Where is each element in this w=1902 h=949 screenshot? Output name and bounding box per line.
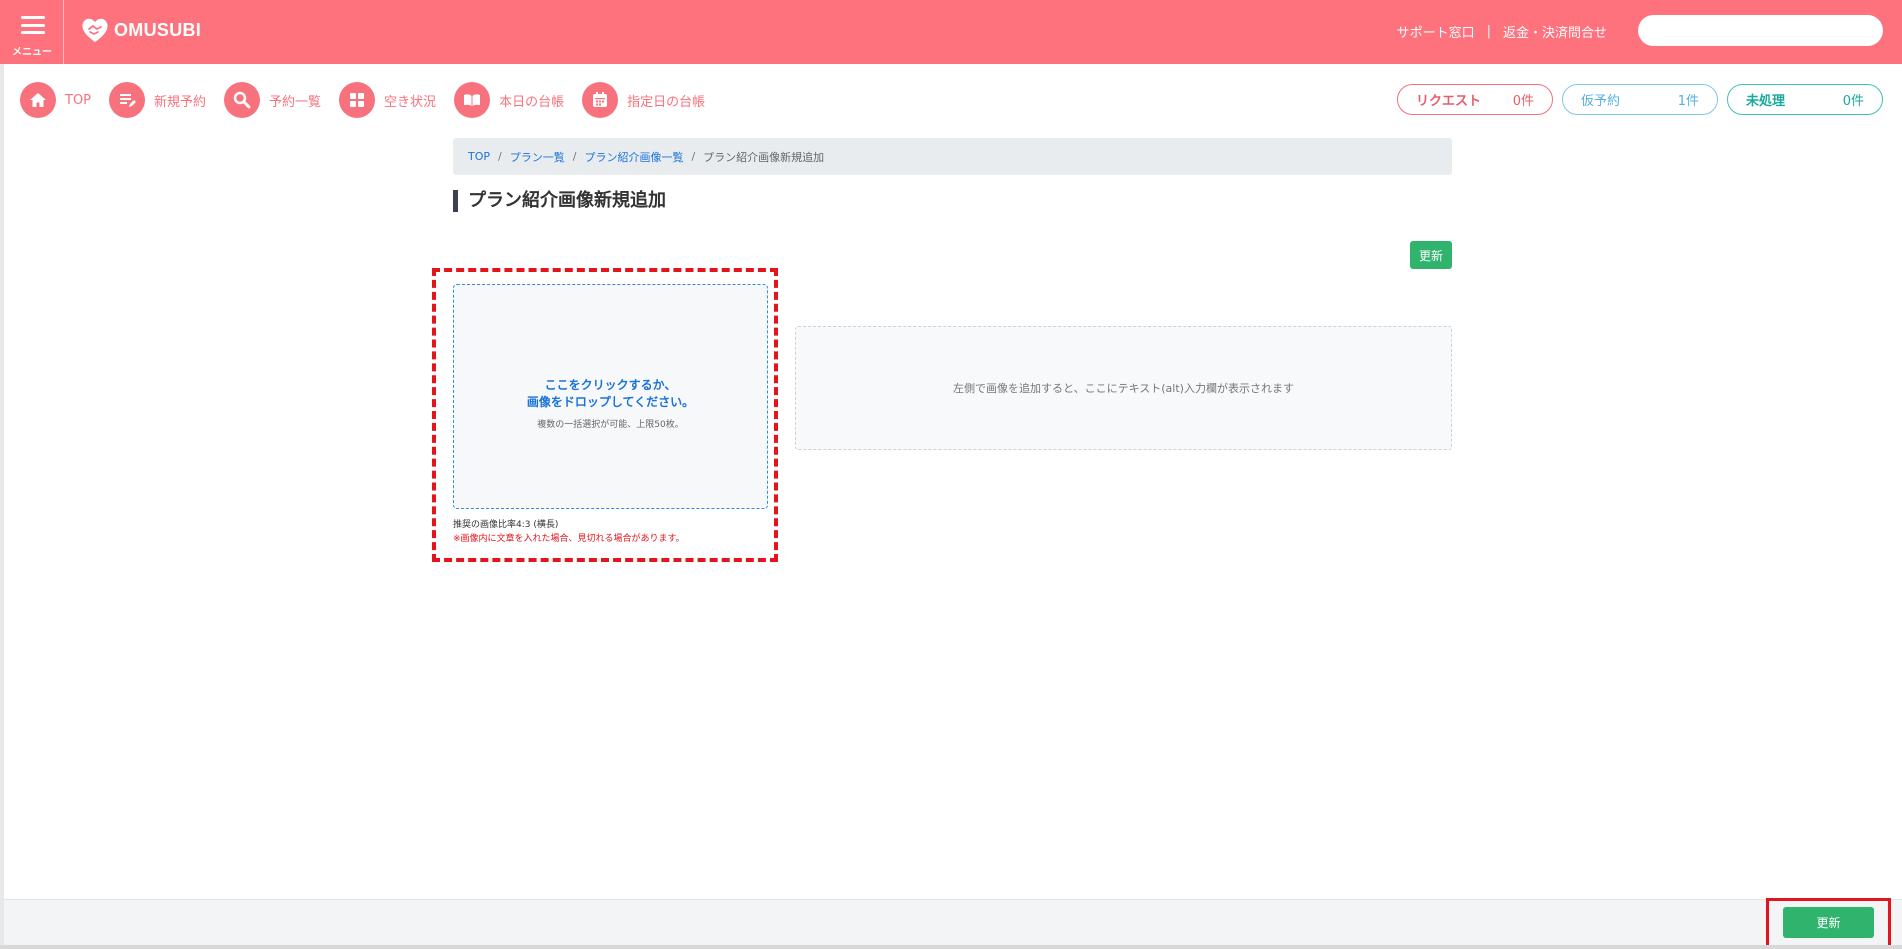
provisional-count-button[interactable]: 仮予約 1件 (1562, 84, 1718, 115)
nav-item-availability[interactable]: 空き状況 (339, 82, 436, 118)
alt-text-placeholder-message: 左側で画像を追加すると、ここにテキスト(alt)入力欄が表示されます (953, 382, 1294, 395)
bottom-edge-divider (0, 945, 1902, 949)
text-crop-warning: ※画像内に文章を入れた場合、見切れる場合があります。 (453, 534, 685, 544)
provisional-label: 仮予約 (1581, 94, 1621, 109)
nav-label-reservation-list: 予約一覧 (269, 94, 322, 110)
page-title: プラン紹介画像新規追加 (453, 190, 666, 212)
hamburger-icon (21, 16, 45, 34)
app-header: メニュー OMUSUBI サポート窓口 | 返金・決済問合せ (0, 0, 1902, 64)
logo[interactable]: OMUSUBI (80, 14, 201, 46)
refund-inquiry-link[interactable]: 返金・決済問合せ (1503, 22, 1607, 41)
nav-item-date-ledger[interactable]: 指定日の台帳 (582, 82, 705, 118)
grid-icon (339, 82, 376, 118)
request-count-button[interactable]: リクエスト 0件 (1397, 84, 1553, 115)
search-icon (224, 82, 261, 118)
update-button-top[interactable]: 更新 (1410, 241, 1452, 269)
breadcrumb-separator: / (498, 150, 502, 163)
unprocessed-count-button[interactable]: 未処理 0件 (1727, 84, 1883, 115)
header-search-input[interactable] (1638, 15, 1883, 46)
nav-label-date-ledger: 指定日の台帳 (627, 94, 706, 110)
nav-label-today-ledger: 本日の台帳 (499, 94, 565, 110)
breadcrumb-separator: / (691, 150, 696, 163)
left-edge-divider (0, 64, 4, 949)
nav-item-top[interactable]: TOP (20, 82, 91, 118)
logo-text: OMUSUBI (114, 19, 202, 40)
nav-item-reservation-list[interactable]: 予約一覧 (224, 82, 321, 118)
update-button-footer[interactable]: 更新 (1783, 907, 1874, 938)
breadcrumb-top[interactable]: TOP (468, 150, 490, 163)
recommended-ratio-note: 推奨の画像比率4:3 (横長) (453, 520, 559, 530)
footer-bar (4, 899, 1902, 945)
support-link[interactable]: サポート窓口 (1397, 22, 1475, 41)
nav-item-today-ledger[interactable]: 本日の台帳 (454, 82, 564, 118)
breadcrumb-current: プラン紹介画像新規追加 (703, 150, 825, 164)
breadcrumb-plan-list[interactable]: プラン一覧 (510, 149, 565, 165)
home-icon (20, 82, 56, 118)
main-nav: TOP 新規予約 予約一覧 空き状況 本日の台帳 指定日の台帳 (20, 82, 723, 118)
dropzone-instruction: ここをクリックするか、 画像をドロップしてください。 (454, 377, 767, 411)
menu-label: メニュー (12, 47, 52, 58)
breadcrumb-image-list[interactable]: プラン紹介画像一覧 (584, 149, 683, 165)
unprocessed-label: 未処理 (1746, 94, 1786, 109)
request-count: 0件 (1512, 94, 1534, 109)
alt-text-placeholder-area: 左側で画像を追加すると、ここにテキスト(alt)入力欄が表示されます (795, 326, 1452, 450)
header-links: サポート窓口 | 返金・決済問合せ (1397, 22, 1607, 41)
status-pills: リクエスト 0件 仮予約 1件 未処理 0件 (1397, 84, 1883, 115)
header-separator: | (1486, 24, 1491, 39)
book-icon (454, 82, 491, 118)
nav-label-new-reservation: 新規予約 (154, 94, 207, 110)
request-label: リクエスト (1416, 94, 1482, 109)
new-reservation-icon (109, 82, 146, 118)
breadcrumb-separator: / (572, 150, 577, 163)
nav-label-availability: 空き状況 (384, 94, 437, 110)
heart-handshake-logo-icon (82, 18, 108, 42)
dropzone-line-1: ここをクリックするか、 (544, 378, 677, 392)
dropzone-limit-note: 複数の一括選択が可能、上限50枚。 (537, 420, 684, 430)
breadcrumb: TOP / プラン一覧 / プラン紹介画像一覧 / プラン紹介画像新規追加 (453, 138, 1452, 175)
provisional-count: 1件 (1677, 94, 1699, 109)
calendar-icon (582, 82, 619, 118)
dropzone-line-2: 画像をドロップしてください。 (526, 395, 695, 409)
menu-button[interactable]: メニュー (0, 0, 64, 64)
nav-item-new-reservation[interactable]: 新規予約 (109, 82, 206, 118)
nav-label-top: TOP (65, 92, 92, 108)
image-dropzone[interactable]: ここをクリックするか、 画像をドロップしてください。 複数の一括選択が可能、上限… (453, 284, 768, 509)
unprocessed-count: 0件 (1842, 94, 1864, 109)
